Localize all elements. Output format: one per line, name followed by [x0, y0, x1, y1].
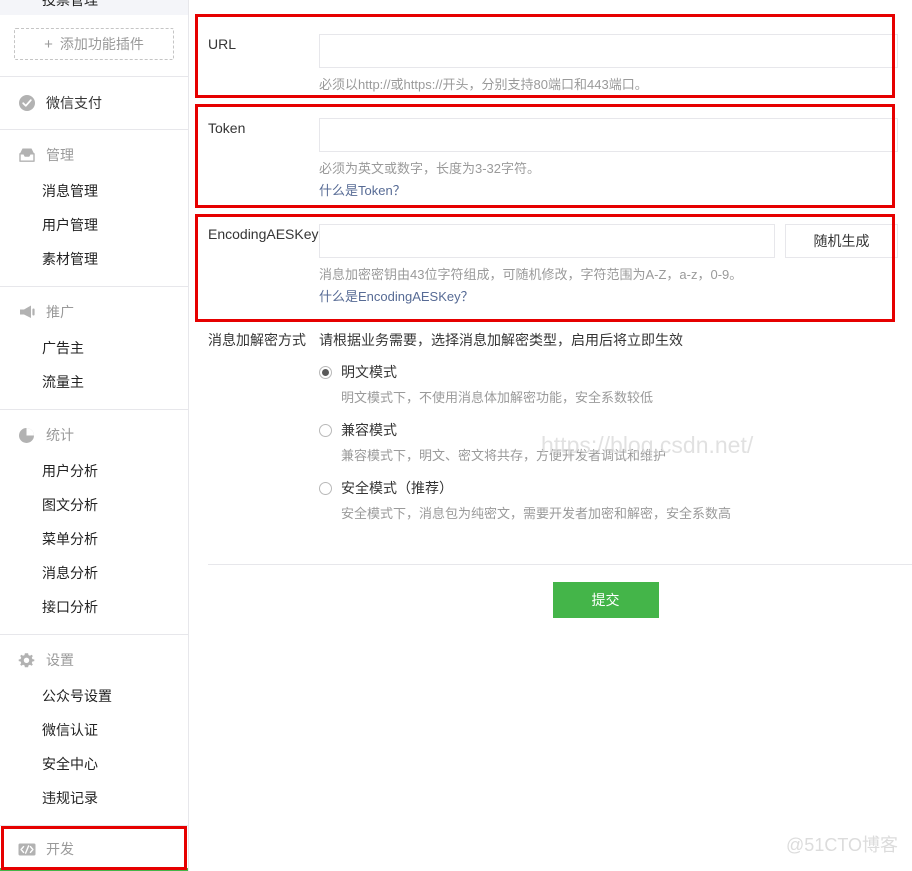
hint-aeskey: 消息加密密钥由43位字符组成，可随机修改，字符范围为A-Z，a-z，0-9。 — [319, 267, 743, 282]
sidebar-item-wechat-pay[interactable]: 微信支付 — [0, 77, 188, 129]
form-row-aeskey: EncodingAESKey 随机生成 消息加密密钥由43位字符组成，可随机修改… — [189, 224, 912, 307]
what-is-aeskey-link[interactable]: 什么是EncodingAESKey？ — [319, 286, 898, 307]
sidebar-item-message-analysis[interactable]: 消息分析 — [0, 556, 188, 590]
sidebar-block-promotion: 推广 广告主 流量主 — [0, 287, 188, 410]
sidebar-group-label-development: 开发 — [46, 841, 74, 857]
aeskey-input-row: 随机生成 — [319, 224, 898, 258]
sidebar-block-settings: 设置 公众号设置 微信认证 安全中心 违规记录 — [0, 635, 188, 826]
url-input[interactable] — [319, 34, 898, 68]
submit-button[interactable]: 提交 — [552, 582, 659, 618]
sidebar-item-vote-management[interactable]: 投票管理 — [0, 0, 188, 15]
pie-chart-icon — [17, 426, 36, 445]
radio-option-plaintext[interactable]: 明文模式 明文模式下，不使用消息体加解密功能，安全系数较低 — [319, 363, 892, 408]
radio-button-compatible[interactable] — [319, 423, 332, 437]
sidebar-group-label-statistics: 统计 — [46, 427, 74, 443]
sidebar-group-development: 开发 — [0, 830, 188, 868]
hint-token: 必须为英文或数字，长度为3-32字符。 — [319, 161, 541, 176]
form-divider — [208, 564, 912, 565]
page-root: 投票管理 + 添加功能插件 微信支付 管理 消息管理 用户管理 素材管理 推广 … — [0, 0, 912, 871]
radio-option-secure[interactable]: 安全模式（推荐） 安全模式下，消息包为纯密文，需要开发者加密和解密，安全系数高 — [319, 479, 892, 524]
sidebar: 投票管理 + 添加功能插件 微信支付 管理 消息管理 用户管理 素材管理 推广 … — [0, 0, 189, 871]
radio-label-plaintext: 明文模式 — [341, 364, 397, 380]
radio-desc-compatible: 兼容模式下，明文、密文将共存，方便开发者调试和维护 — [341, 448, 667, 463]
form-row-encryption-mode: 消息加解密方式 请根据业务需要，选择消息加解密类型，启用后将立即生效 明文模式 … — [189, 330, 912, 524]
sidebar-block-wechat-pay: 微信支付 — [0, 77, 188, 130]
radio-button-plaintext[interactable] — [319, 365, 332, 379]
sidebar-item-security-center[interactable]: 安全中心 — [0, 747, 188, 781]
sidebar-plugin-block: 投票管理 + 添加功能插件 — [0, 0, 188, 77]
radio-button-secure[interactable] — [319, 481, 332, 495]
sidebar-item-article-analysis[interactable]: 图文分析 — [0, 488, 188, 522]
sidebar-group-statistics: 统计 — [0, 416, 188, 454]
sidebar-item-interface-analysis[interactable]: 接口分析 — [0, 590, 188, 624]
hint-url: 必须以http://或https://开头，分别支持80端口和443端口。 — [319, 77, 648, 92]
sidebar-item-account-settings[interactable]: 公众号设置 — [0, 679, 188, 713]
sidebar-item-message-management[interactable]: 消息管理 — [0, 174, 188, 208]
gear-icon — [17, 651, 36, 670]
sidebar-group-management: 管理 — [0, 136, 188, 174]
sidebar-group-label-management: 管理 — [46, 147, 74, 163]
code-icon — [17, 840, 36, 859]
radio-line-plaintext[interactable]: 明文模式 — [319, 363, 892, 381]
sidebar-group-label-settings: 设置 — [46, 652, 74, 668]
field-body-aeskey: 随机生成 消息加密密钥由43位字符组成，可随机修改，字符范围为A-Z，a-z，0… — [319, 224, 912, 307]
sidebar-item-menu-analysis[interactable]: 菜单分析 — [0, 522, 188, 556]
form-row-token: Token 必须为英文或数字，长度为3-32字符。 什么是Token？ — [189, 118, 912, 201]
sidebar-group-promotion: 推广 — [0, 293, 188, 331]
encryption-intro: 请根据业务需要，选择消息加解密类型，启用后将立即生效 — [319, 332, 683, 348]
label-aeskey: EncodingAESKey — [208, 226, 319, 242]
label-encryption-mode: 消息加解密方式 — [208, 332, 306, 348]
radio-label-compatible: 兼容模式 — [341, 422, 397, 438]
sidebar-item-material-management[interactable]: 素材管理 — [0, 242, 188, 276]
radio-option-compatible[interactable]: 兼容模式 兼容模式下，明文、密文将共存，方便开发者调试和维护 — [319, 421, 892, 466]
field-body-encryption-mode: 请根据业务需要，选择消息加解密类型，启用后将立即生效 明文模式 明文模式下，不使… — [319, 330, 912, 524]
sidebar-group-label-promotion: 推广 — [46, 304, 74, 320]
sidebar-group-settings: 设置 — [0, 641, 188, 679]
check-circle-icon — [17, 94, 36, 113]
aeskey-input[interactable] — [319, 224, 775, 258]
plus-icon: + — [44, 35, 53, 53]
radio-desc-plaintext: 明文模式下，不使用消息体加解密功能，安全系数较低 — [341, 390, 654, 405]
radio-desc-secure: 安全模式下，消息包为纯密文，需要开发者加密和解密，安全系数高 — [341, 506, 732, 521]
add-plugin-button[interactable]: + 添加功能插件 — [14, 28, 174, 60]
main-content: URL 必须以http://或https://开头，分别支持80端口和443端口… — [189, 0, 912, 871]
label-token: Token — [208, 120, 246, 136]
radio-line-secure[interactable]: 安全模式（推荐） — [319, 479, 892, 497]
generate-random-button[interactable]: 随机生成 — [785, 224, 898, 258]
token-input[interactable] — [319, 118, 898, 152]
sidebar-item-user-analysis[interactable]: 用户分析 — [0, 454, 188, 488]
sidebar-item-advertiser[interactable]: 广告主 — [0, 331, 188, 365]
sidebar-item-violation-records[interactable]: 违规记录 — [0, 781, 188, 815]
add-plugin-label: 添加功能插件 — [59, 36, 144, 52]
form-row-url: URL 必须以http://或https://开头，分别支持80端口和443端口… — [189, 34, 912, 96]
radio-line-compatible[interactable]: 兼容模式 — [319, 421, 892, 439]
sidebar-item-traffic-owner[interactable]: 流量主 — [0, 365, 188, 399]
label-url: URL — [208, 36, 237, 52]
sidebar-block-statistics: 统计 用户分析 图文分析 菜单分析 消息分析 接口分析 — [0, 410, 188, 635]
sidebar-block-management: 管理 消息管理 用户管理 素材管理 — [0, 130, 188, 287]
watermark-corner: @51CTO博客 — [786, 835, 898, 855]
megaphone-icon — [17, 303, 36, 322]
sidebar-item-user-management[interactable]: 用户管理 — [0, 208, 188, 242]
inbox-icon — [17, 146, 36, 165]
field-body-token: 必须为英文或数字，长度为3-32字符。 什么是Token？ — [319, 118, 912, 201]
sidebar-item-wechat-verification[interactable]: 微信认证 — [0, 713, 188, 747]
what-is-token-link[interactable]: 什么是Token？ — [319, 180, 898, 201]
submit-row: 提交 — [189, 582, 912, 618]
radio-label-secure: 安全模式（推荐） — [341, 480, 453, 496]
sidebar-block-development: 开发 基本配置 — [0, 826, 188, 871]
field-body-url: 必须以http://或https://开头，分别支持80端口和443端口。 — [319, 34, 912, 96]
sidebar-label-wechat-pay: 微信支付 — [46, 95, 102, 111]
